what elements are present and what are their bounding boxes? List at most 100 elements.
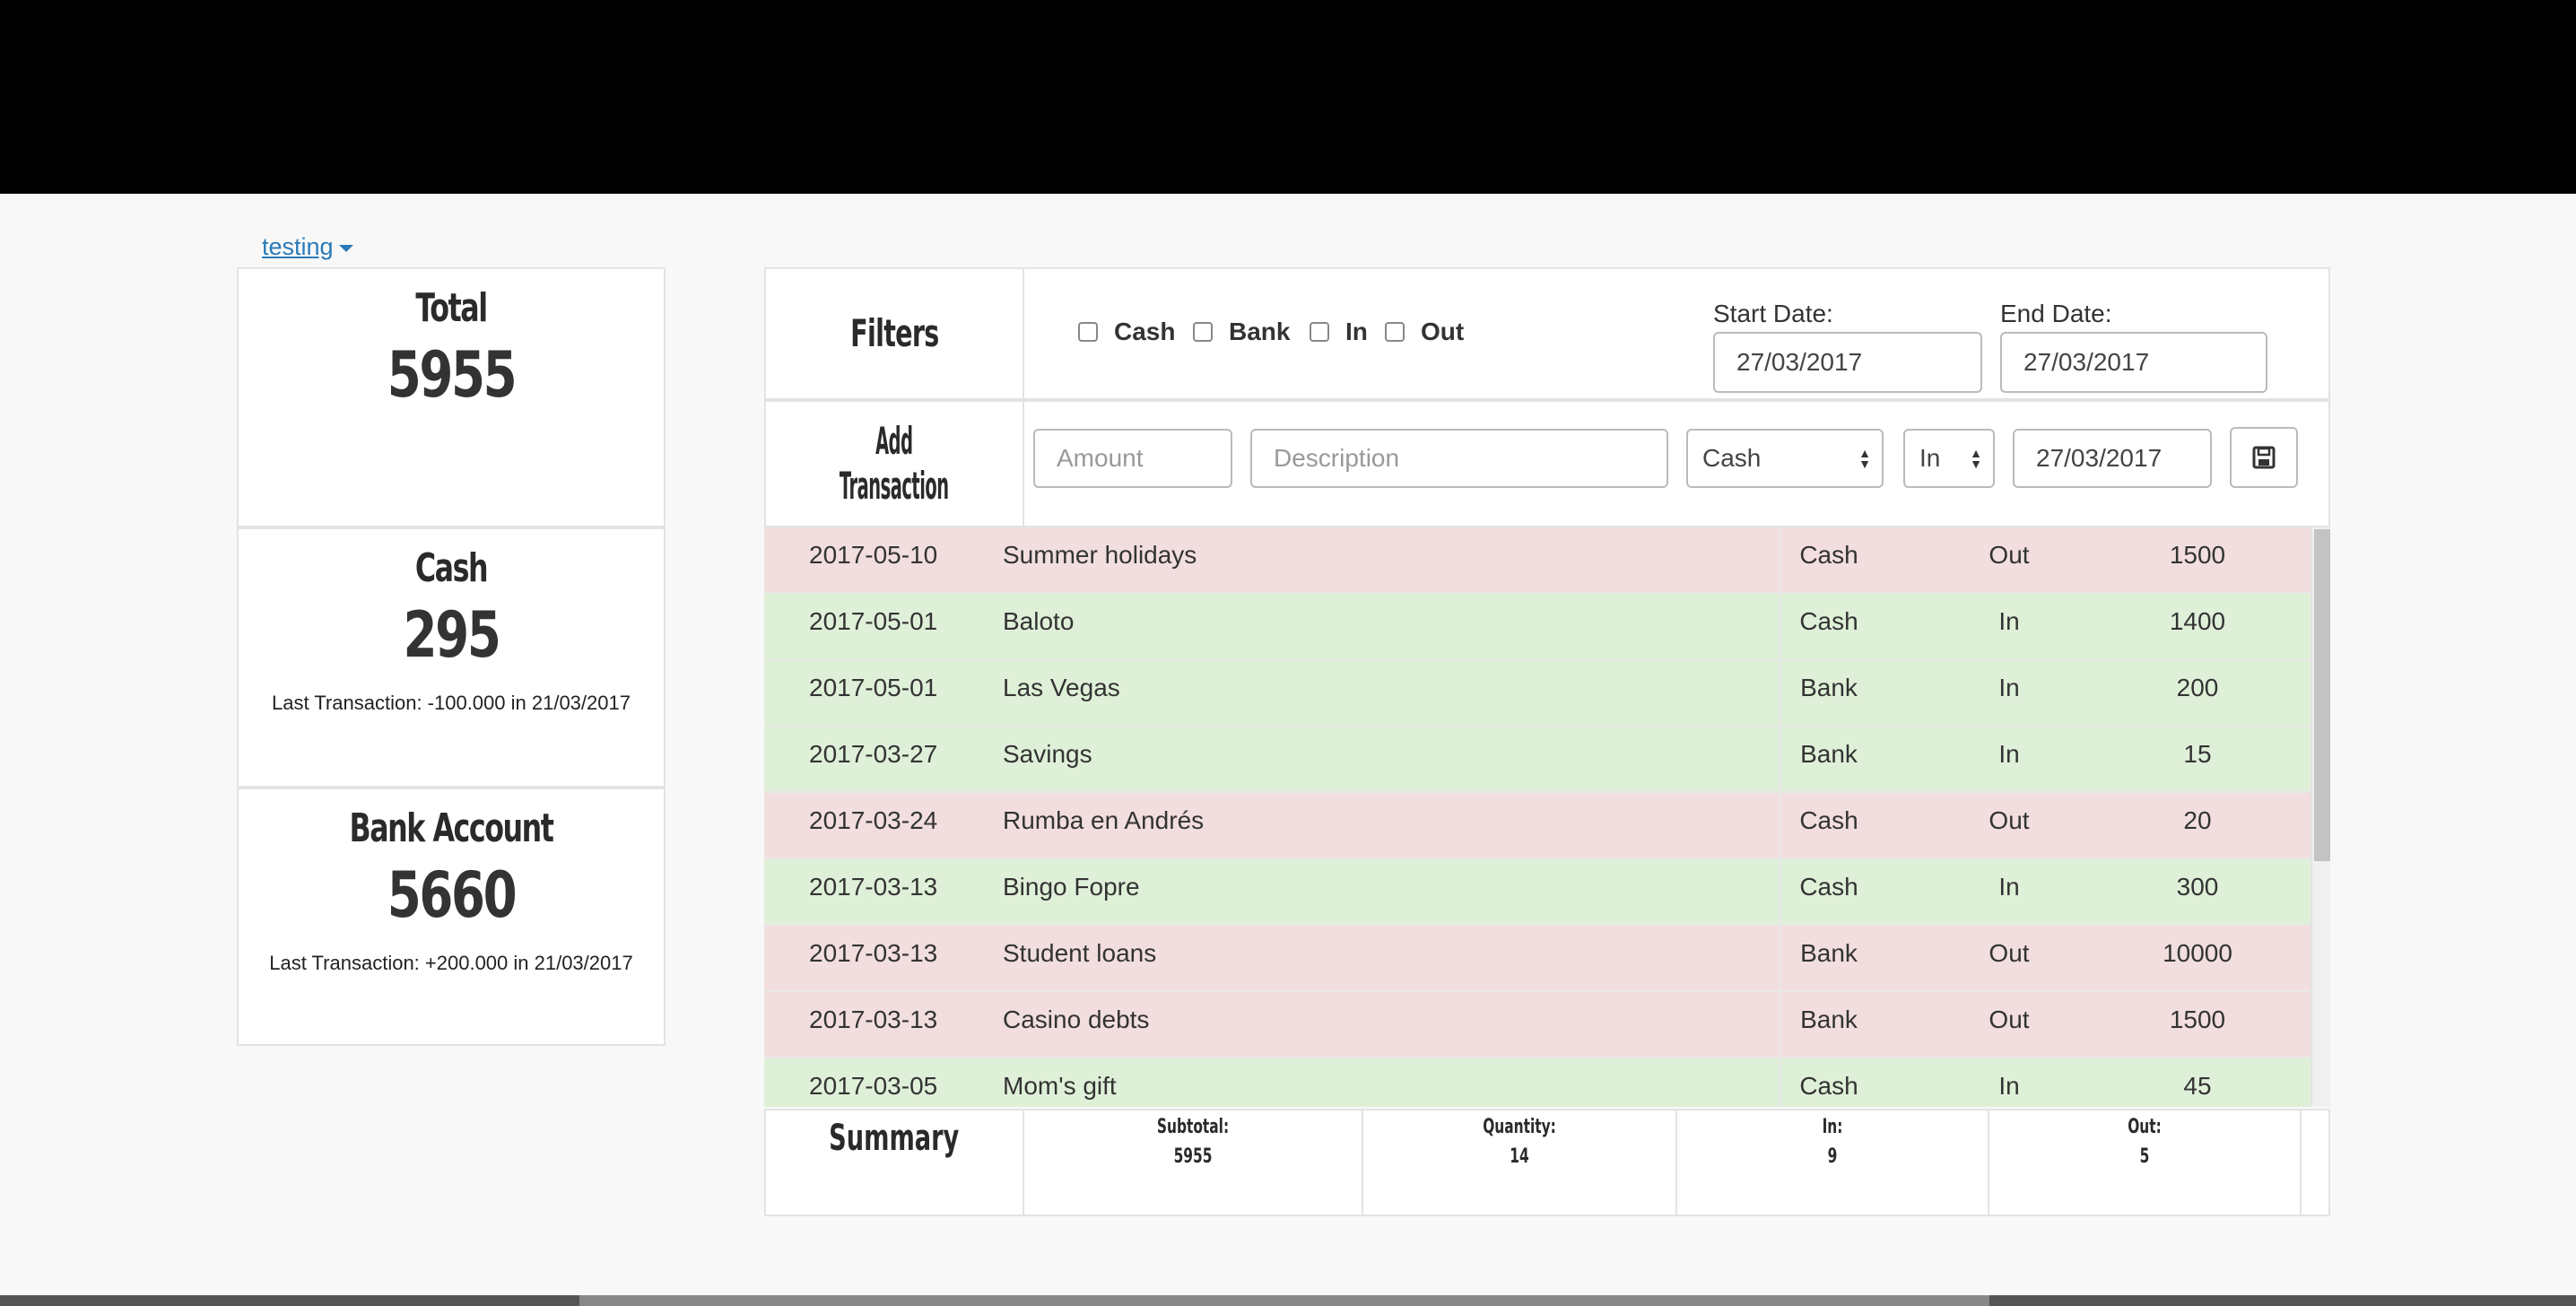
transaction-account: Bank (1780, 660, 1876, 725)
bank-card-value: 5660 (387, 858, 518, 932)
transaction-description: Rumba en Andrés (1003, 806, 1205, 834)
table-row[interactable]: 2017-05-10 Summer holidays Cash Out 1500 (764, 527, 2311, 594)
transaction-description: Student loans (1003, 939, 1157, 967)
transactions-scrollbar[interactable] (2311, 527, 2330, 1107)
start-date-label: Start Date: (1713, 300, 1833, 327)
checkbox-icon[interactable] (1310, 322, 1329, 342)
total-card-title: Total (415, 285, 488, 331)
transaction-account: Bank (1780, 926, 1876, 990)
transaction-direction: In (1998, 1072, 2020, 1100)
direction-select-value: In (1919, 444, 1941, 472)
transaction-date-input[interactable]: 27/03/2017 (2013, 429, 2212, 488)
direction-select[interactable]: In ▲ ▼ (1903, 429, 1995, 488)
transaction-account: Cash (1780, 1058, 1876, 1107)
transaction-amount: 200 (2176, 674, 2219, 701)
transaction-account: Cash (1780, 793, 1876, 858)
table-row[interactable]: 2017-03-13 Bingo Fopre Cash In 300 (764, 859, 2311, 926)
transaction-description: Mom's gift (1003, 1072, 1117, 1100)
table-row[interactable]: 2017-05-01 Las Vegas Bank In 200 (764, 660, 2311, 727)
filter-cash-label: Cash (1114, 318, 1176, 345)
quantity-value: 14 (1510, 1145, 1529, 1168)
in-value: 9 (1827, 1145, 1838, 1168)
subtotal-label: Subtotal: (1156, 1116, 1230, 1138)
scrollbar-thumb[interactable] (2314, 529, 2330, 861)
user-dropdown[interactable]: testing (262, 233, 353, 261)
transaction-description: Bingo Fopre (1003, 873, 1140, 901)
transaction-description: Savings (1003, 740, 1092, 768)
in-label: In: (1822, 1116, 1843, 1138)
top-black-bar (0, 0, 2576, 194)
filter-in-label: In (1345, 318, 1368, 345)
transaction-date: 2017-03-24 (809, 806, 938, 834)
caret-down-icon (338, 244, 353, 252)
transaction-direction: In (1998, 873, 2020, 901)
checkbox-icon[interactable] (1385, 322, 1405, 342)
bottom-bar-highlight (579, 1295, 1989, 1306)
summary-in: In: 9 (1677, 1110, 1989, 1215)
summary-title: Summary (766, 1110, 1024, 1215)
transaction-direction: In (1998, 740, 2020, 768)
transactions-list[interactable]: 2017-05-10 Summer holidays Cash Out 1500 2017… (764, 527, 2311, 1107)
bank-card: Bank Account 5660 Last Transaction: +200… (237, 788, 666, 1046)
filter-cash-checkbox[interactable]: Cash (1078, 318, 1175, 346)
transaction-amount: 1500 (2169, 1006, 2226, 1033)
transaction-direction: In (1998, 607, 2020, 635)
checkbox-icon[interactable] (1078, 322, 1098, 342)
summary-out: Out: 5 (1989, 1110, 2302, 1215)
transaction-direction: Out (1989, 541, 2030, 569)
add-transaction-title: Add Transaction (766, 402, 1024, 526)
end-date-input[interactable]: 27/03/2017 (2000, 332, 2267, 393)
table-row[interactable]: 2017-03-13 Casino debts Bank Out 1500 (764, 992, 2311, 1058)
filter-bank-label: Bank (1229, 318, 1291, 345)
save-button[interactable] (2230, 427, 2298, 488)
transaction-direction: Out (1989, 939, 2030, 967)
table-row[interactable]: 2017-03-05 Mom's gift Cash In 45 (764, 1058, 2311, 1107)
transaction-description: Summer holidays (1003, 541, 1197, 569)
transaction-date: 2017-03-27 (809, 740, 938, 768)
description-input[interactable]: Description (1250, 429, 1668, 488)
transaction-amount: 1400 (2169, 607, 2226, 635)
transaction-date: 2017-05-01 (809, 607, 938, 635)
cash-card-title: Cash (414, 545, 489, 591)
checkbox-icon[interactable] (1193, 322, 1213, 342)
transaction-amount: 10000 (2163, 939, 2232, 967)
transaction-account: Cash (1780, 859, 1876, 924)
transaction-date: 2017-03-05 (809, 1072, 938, 1100)
table-row[interactable]: 2017-03-24 Rumba en Andrés Cash Out 20 (764, 793, 2311, 859)
transaction-direction: Out (1989, 1006, 2030, 1033)
transaction-date: 2017-05-01 (809, 674, 938, 701)
amount-input[interactable]: Amount (1033, 429, 1232, 488)
transaction-amount: 20 (2183, 806, 2212, 834)
transaction-date: 2017-03-13 (809, 873, 938, 901)
total-card-value: 5955 (387, 338, 518, 412)
table-row[interactable]: 2017-03-27 Savings Bank In 15 (764, 727, 2311, 793)
filter-bank-checkbox[interactable]: Bank (1193, 318, 1290, 346)
start-date-input[interactable]: 27/03/2017 (1713, 332, 1982, 393)
out-value: 5 (2139, 1145, 2150, 1168)
account-select[interactable]: Cash ▲ ▼ (1686, 429, 1884, 488)
transaction-amount: 300 (2176, 873, 2219, 901)
transaction-description: Casino debts (1003, 1006, 1150, 1033)
total-card: Total 5955 (237, 267, 666, 527)
user-name: testing (262, 233, 334, 260)
filter-in-checkbox[interactable]: In (1310, 318, 1368, 346)
transaction-direction: In (1998, 674, 2020, 701)
summary-quantity: Quantity: 14 (1363, 1110, 1677, 1215)
cash-card-value: 295 (403, 598, 501, 672)
transaction-account: Cash (1780, 527, 1876, 592)
transaction-date: 2017-05-10 (809, 541, 938, 569)
transaction-description: Baloto (1003, 607, 1075, 635)
summary-panel: Summary Subtotal: 5955 Quantity: 14 In: … (764, 1109, 2330, 1216)
cash-last-transaction: Last Transaction: -100.000 in 21/03/2017 (272, 692, 631, 714)
summary-subtotal: Subtotal: 5955 (1024, 1110, 1363, 1215)
table-row[interactable]: 2017-03-13 Student loans Bank Out 10000 (764, 926, 2311, 992)
table-row[interactable]: 2017-05-01 Baloto Cash In 1400 (764, 594, 2311, 660)
transaction-description: Las Vegas (1003, 674, 1120, 701)
filter-out-label: Out (1421, 318, 1465, 345)
transaction-amount: 15 (2183, 740, 2212, 768)
transaction-date: 2017-03-13 (809, 1006, 938, 1033)
transaction-account: Cash (1780, 594, 1876, 658)
subtotal-value: 5955 (1173, 1145, 1213, 1168)
select-arrows-icon: ▲ ▼ (1858, 446, 1871, 471)
filter-out-checkbox[interactable]: Out (1385, 318, 1464, 346)
